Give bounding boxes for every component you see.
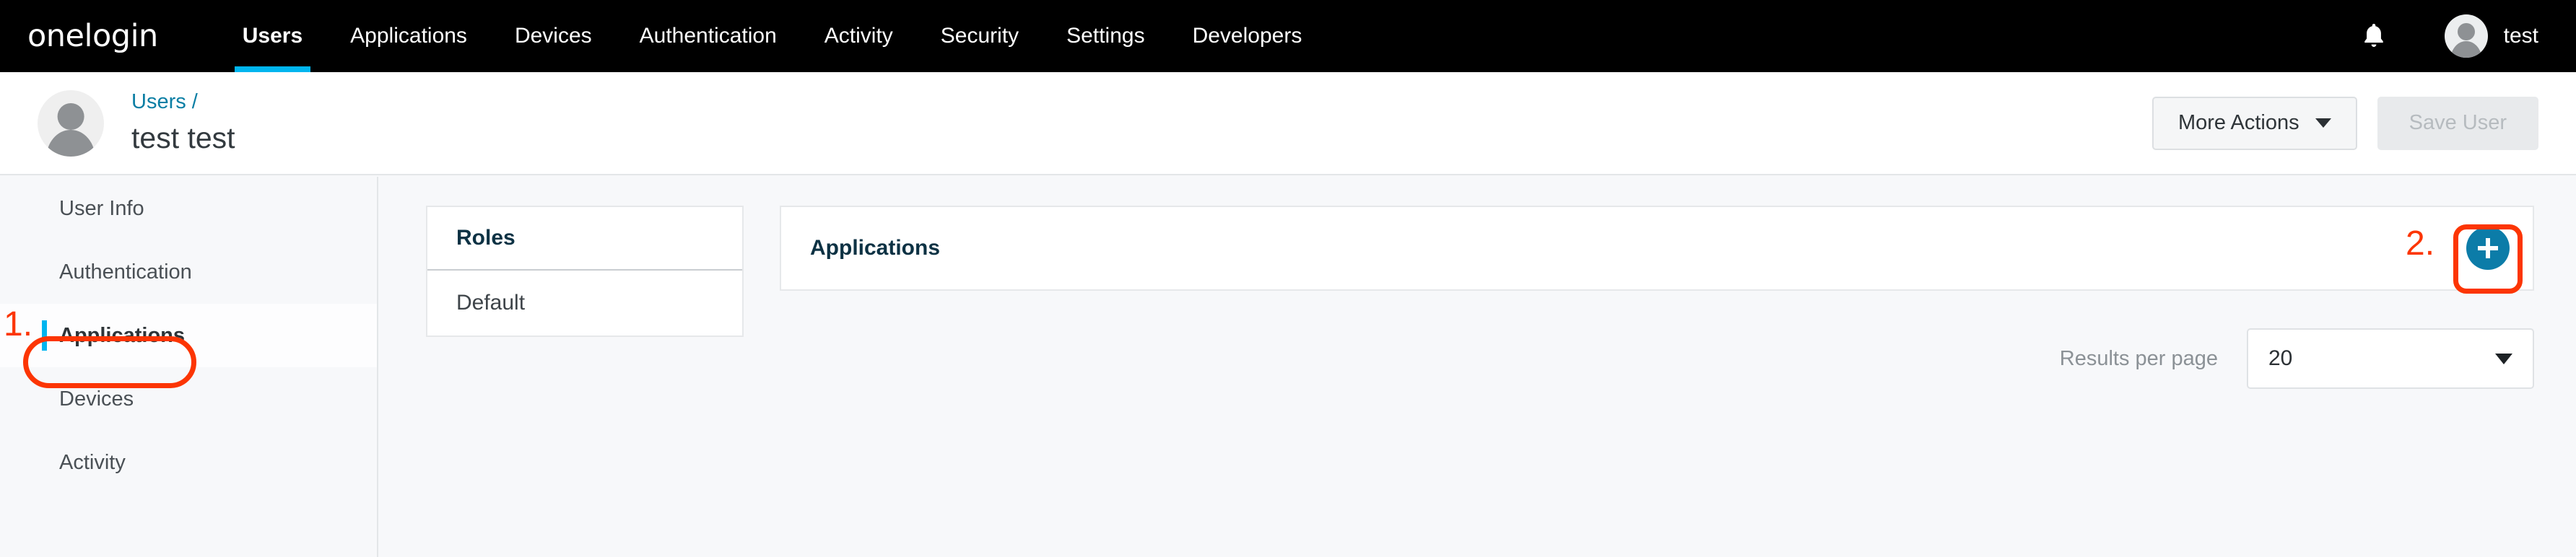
nav-right-cluster: test — [2354, 14, 2576, 58]
breadcrumb[interactable]: Users / — [131, 88, 235, 116]
applications-card-header: Applications — [810, 236, 941, 260]
sidebar-item-label: Devices — [59, 387, 134, 411]
applications-card: Applications — [780, 206, 2534, 291]
nav-item-developers[interactable]: Developers — [1169, 0, 1326, 72]
onelogin-logo[interactable]: onelogin — [27, 20, 158, 52]
results-per-page-row: Results per page 20 — [2060, 328, 2534, 389]
more-actions-button[interactable]: More Actions — [2151, 96, 2357, 150]
nav-item-label: Users — [242, 24, 303, 48]
more-actions-label: More Actions — [2177, 111, 2299, 134]
sidebar-item-activity[interactable]: Activity — [0, 431, 377, 494]
roles-card: Roles Default — [426, 206, 744, 337]
sidebar-item-label: User Info — [59, 196, 144, 220]
save-user-label: Save User — [2409, 111, 2507, 134]
chevron-down-icon — [2315, 118, 2331, 128]
sidebar-item-user-info[interactable]: User Info — [0, 177, 377, 240]
user-menu-label: test — [2503, 24, 2538, 48]
annotation-number-2: 2. — [2406, 224, 2435, 263]
nav-item-label: Devices — [514, 24, 592, 48]
page-title: test test — [131, 121, 235, 155]
nav-item-label: Security — [940, 24, 1019, 48]
nav-item-users[interactable]: Users — [219, 0, 326, 72]
user-menu[interactable]: test — [2444, 14, 2538, 58]
annotation-number-1: 1. — [4, 305, 33, 343]
results-per-page-value: 20 — [2268, 346, 2293, 370]
nav-item-label: Developers — [1192, 24, 1302, 48]
page-title-block: Users / test test — [131, 88, 235, 157]
nav-item-label: Authentication — [639, 24, 777, 48]
sidebar-item-label: Authentication — [59, 260, 192, 284]
top-navigation-bar: onelogin Users Applications Devices Auth… — [0, 0, 2576, 72]
sidebar-item-authentication[interactable]: Authentication — [0, 240, 377, 304]
user-avatar-icon — [38, 89, 104, 157]
primary-nav-items: Users Applications Devices Authenticatio… — [219, 0, 1326, 72]
nav-item-label: Applications — [350, 24, 467, 48]
nav-item-activity[interactable]: Activity — [801, 0, 917, 72]
sidebar-item-label: Activity — [59, 450, 126, 474]
sidebar-item-label: Applications — [59, 323, 186, 347]
roles-card-header: Roles — [427, 207, 742, 271]
page-header: Users / test test More Actions Save User — [0, 72, 2576, 175]
save-user-button[interactable]: Save User — [2377, 96, 2538, 150]
nav-item-label: Activity — [824, 24, 893, 48]
nav-item-applications[interactable]: Applications — [326, 0, 491, 72]
nav-item-settings[interactable]: Settings — [1043, 0, 1168, 72]
nav-item-authentication[interactable]: Authentication — [616, 0, 801, 72]
nav-item-security[interactable]: Security — [917, 0, 1043, 72]
bell-icon[interactable] — [2354, 16, 2394, 56]
add-application-wrapper — [2466, 227, 2510, 270]
main-content: Roles Default Applications Results per p… — [380, 177, 2576, 557]
sidebar-item-applications[interactable]: Applications — [0, 304, 377, 367]
user-detail-sidebar: User Info Authentication Applications De… — [0, 177, 378, 557]
page-header-actions: More Actions Save User — [2151, 96, 2576, 150]
results-per-page-select[interactable]: 20 — [2247, 328, 2534, 389]
chevron-down-icon — [2495, 353, 2512, 364]
nav-item-label: Settings — [1066, 24, 1145, 48]
list-item[interactable]: Default — [427, 271, 742, 335]
user-avatar-icon — [2444, 14, 2488, 58]
sidebar-item-devices[interactable]: Devices — [0, 367, 377, 431]
results-per-page-label: Results per page — [2059, 346, 2218, 370]
add-application-button[interactable] — [2466, 227, 2510, 270]
nav-item-devices[interactable]: Devices — [491, 0, 616, 72]
plus-icon — [2486, 238, 2490, 258]
